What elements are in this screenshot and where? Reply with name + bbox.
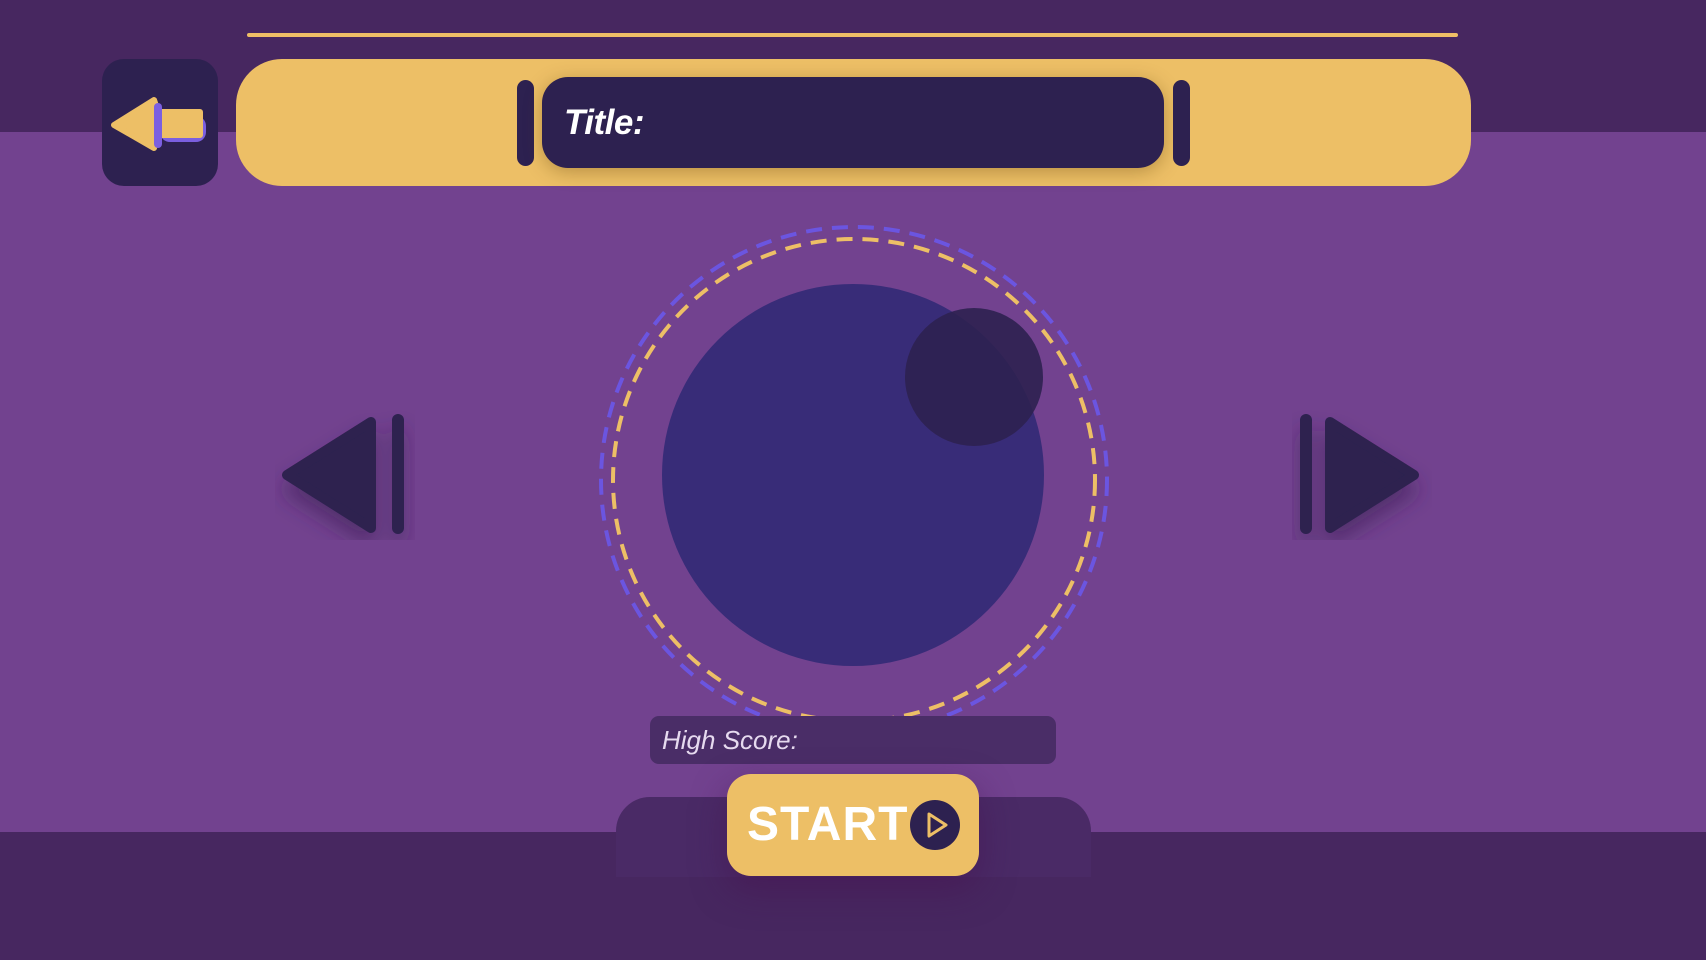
skip-previous-icon: [282, 414, 404, 534]
back-button[interactable]: [102, 59, 218, 186]
next-button[interactable]: [1292, 410, 1432, 540]
top-divider: [247, 33, 1458, 37]
high-score-label: High Score:: [662, 725, 798, 755]
level-orb: [599, 225, 1109, 735]
previous-button[interactable]: [275, 410, 415, 540]
title-label: Title:: [564, 103, 644, 142]
high-score-box: High Score:: [650, 716, 1056, 764]
title-field: Title:: [542, 77, 1164, 168]
title-bar: Title:: [236, 59, 1471, 186]
play-icon: [910, 800, 960, 850]
arrow-left-icon: [111, 97, 206, 151]
title-bar-left-cap: [517, 80, 534, 166]
start-label: START: [747, 798, 909, 851]
start-button[interactable]: START: [727, 774, 979, 876]
orb-moon: [905, 308, 1043, 446]
title-bar-right-cap: [1173, 80, 1190, 166]
skip-next-icon: [1300, 414, 1419, 534]
